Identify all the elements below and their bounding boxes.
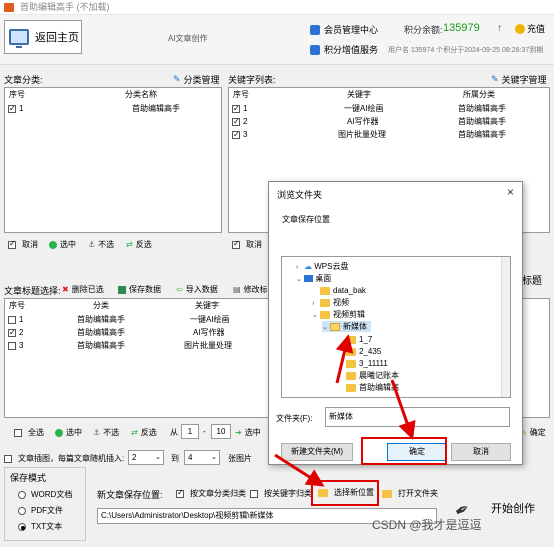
arrow-to-new-media — [335, 334, 354, 384]
arrow-to-ok — [390, 379, 416, 440]
annotation-arrows — [274, 334, 416, 487]
arrow-to-choose-location — [274, 453, 325, 487]
